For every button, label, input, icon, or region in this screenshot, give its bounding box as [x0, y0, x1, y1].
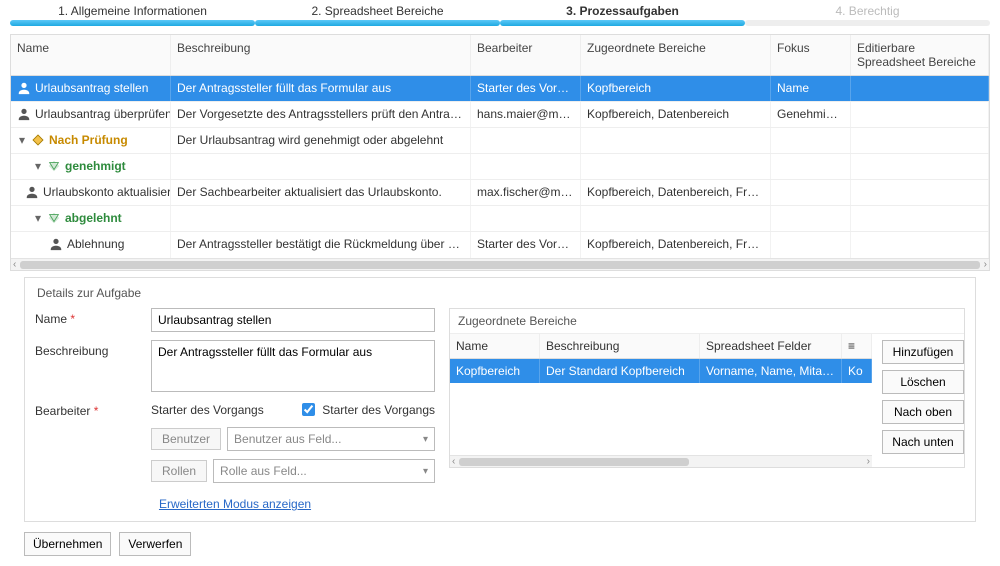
desc-label: Beschreibung — [35, 340, 143, 392]
tasks-grid-hscroll[interactable]: ‹ › — [11, 258, 989, 270]
scroll-left-icon[interactable]: ‹ — [13, 259, 16, 270]
as-col-menu[interactable]: ≡ — [842, 334, 872, 358]
assigned-title: Zugeordnete Bereiche — [450, 309, 964, 334]
apply-button[interactable]: Übernehmen — [24, 532, 111, 556]
table-row[interactable]: ▾Nach PrüfungDer Urlaubsantrag wird gene… — [11, 128, 989, 154]
roles-button[interactable]: Rollen — [151, 460, 207, 482]
wizard-step-3[interactable]: 3. Prozessaufgaben — [500, 0, 745, 26]
col-name[interactable]: Name — [11, 35, 171, 75]
scroll-left-icon[interactable]: ‹ — [452, 456, 455, 467]
branch-icon — [31, 133, 45, 147]
move-up-button[interactable]: Nach oben — [882, 400, 964, 424]
col-desc[interactable]: Beschreibung — [171, 35, 471, 75]
desc-input[interactable] — [151, 340, 435, 392]
details-title: Details zur Aufgabe — [37, 286, 965, 300]
delete-button[interactable]: Löschen — [882, 370, 964, 394]
menu-icon: ≡ — [848, 339, 855, 353]
scroll-right-icon[interactable]: › — [867, 456, 870, 467]
editor-label: Bearbeiter — [35, 400, 143, 419]
table-row[interactable]: AblehnungDer Antragssteller bestätigt di… — [11, 232, 989, 258]
tasks-grid: Name Beschreibung Bearbeiter Zugeordnete… — [10, 34, 990, 271]
chevron-down-icon: ▾ — [423, 466, 428, 477]
row-name: Nach Prüfung — [49, 133, 128, 147]
row-name: abgelehnt — [65, 211, 122, 225]
tree-toggle-icon[interactable]: ▾ — [17, 135, 27, 145]
user-icon — [17, 107, 31, 121]
as-col-fields[interactable]: Spreadsheet Felder — [700, 334, 842, 358]
col-assigned[interactable]: Zugeordnete Bereiche — [581, 35, 771, 75]
wizard-steps: 1. Allgemeine Informationen 2. Spreadshe… — [0, 0, 1000, 26]
assigned-hscroll[interactable]: ‹ › — [450, 455, 872, 467]
wizard-step-4: 4. Berechtig — [745, 0, 990, 26]
col-editable[interactable]: Editierbare Spreadsheet Bereiche — [851, 35, 989, 75]
wizard-step-2[interactable]: 2. Spreadsheet Bereiche — [255, 0, 500, 26]
discard-button[interactable]: Verwerfen — [119, 532, 191, 556]
task-details-panel: Details zur Aufgabe Name Beschreibung Be… — [24, 277, 976, 522]
wizard-step-1[interactable]: 1. Allgemeine Informationen — [10, 0, 255, 26]
user-icon — [49, 237, 63, 251]
case-icon — [47, 211, 61, 225]
chevron-down-icon: ▾ — [423, 434, 428, 445]
case-icon — [47, 159, 61, 173]
row-name: Urlaubskonto aktualisieren — [43, 185, 171, 199]
tree-toggle-icon[interactable]: ▾ — [33, 161, 43, 171]
row-name: Urlaubsantrag überprüfen — [35, 107, 171, 121]
editor-value: Starter des Vorgangs — [151, 403, 292, 417]
table-row[interactable]: ▾ genehmigt — [11, 154, 989, 180]
move-down-button[interactable]: Nach unten — [882, 430, 964, 454]
row-name: genehmigt — [65, 159, 126, 173]
name-input[interactable] — [151, 308, 435, 332]
user-from-field-select[interactable]: Benutzer aus Feld...▾ — [227, 427, 435, 451]
table-row[interactable]: Urlaubsantrag stellenDer Antragssteller … — [11, 76, 989, 102]
table-row[interactable]: Urlaubskonto aktualisierenDer Sachbearbe… — [11, 180, 989, 206]
assigned-row[interactable]: Kopfbereich Der Standard Kopfbereich Vor… — [450, 359, 872, 383]
starter-checkbox[interactable]: Starter des Vorgangs — [298, 400, 435, 419]
advanced-mode-link[interactable]: Erweiterten Modus anzeigen — [159, 497, 311, 511]
table-row[interactable]: Urlaubsantrag überprüfenDer Vorgesetzte … — [11, 102, 989, 128]
tree-toggle-icon[interactable]: ▾ — [33, 213, 43, 223]
user-icon — [17, 81, 31, 95]
user-button[interactable]: Benutzer — [151, 428, 221, 450]
tasks-grid-header: Name Beschreibung Bearbeiter Zugeordnete… — [11, 35, 989, 76]
assigned-areas-panel: Zugeordnete Bereiche Name Beschreibung S… — [449, 308, 965, 468]
row-name: Urlaubsantrag stellen — [35, 81, 148, 95]
row-name: Ablehnung — [67, 237, 124, 251]
table-row[interactable]: ▾ abgelehnt — [11, 206, 989, 232]
col-focus[interactable]: Fokus — [771, 35, 851, 75]
user-icon — [25, 185, 39, 199]
scroll-right-icon[interactable]: › — [984, 259, 987, 270]
as-col-desc[interactable]: Beschreibung — [540, 334, 700, 358]
details-form: Name Beschreibung Bearbeiter Starter des… — [35, 308, 435, 511]
col-editor[interactable]: Bearbeiter — [471, 35, 581, 75]
name-label: Name — [35, 308, 143, 332]
add-button[interactable]: Hinzufügen — [882, 340, 964, 364]
as-col-name[interactable]: Name — [450, 334, 540, 358]
role-from-field-select[interactable]: Rolle aus Feld...▾ — [213, 459, 435, 483]
